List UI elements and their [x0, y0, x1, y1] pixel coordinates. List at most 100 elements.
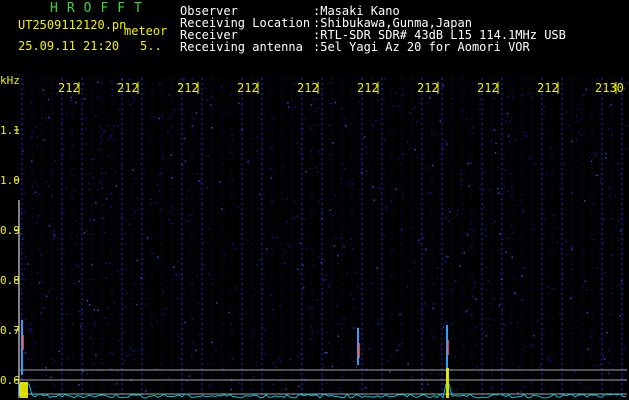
- noise-speckle: [93, 219, 95, 221]
- noise-speckle: [265, 248, 268, 250]
- noise-speckle: [178, 335, 180, 337]
- noise-speckle: [617, 239, 620, 242]
- noise-speckle: [207, 99, 209, 101]
- noise-speckle: [485, 266, 488, 269]
- noise-speckle: [133, 350, 135, 352]
- noise-speckle: [432, 307, 435, 310]
- noise-speckle: [422, 237, 425, 239]
- noise-speckle: [517, 204, 519, 207]
- noise-speckle: [584, 280, 587, 283]
- noise-speckle: [97, 189, 100, 191]
- noise-speckle: [22, 150, 24, 152]
- noise-speckle: [285, 388, 287, 390]
- noise-speckle: [67, 357, 70, 359]
- noise-speckle: [611, 134, 614, 136]
- noise-speckle: [94, 321, 96, 323]
- x-tick-label: 212: [477, 81, 499, 95]
- noise-speckle: [467, 162, 469, 165]
- noise-speckle: [294, 83, 296, 86]
- noise-speckle: [293, 217, 296, 220]
- noise-speckle: [132, 96, 134, 98]
- noise-speckle: [150, 198, 152, 201]
- noise-speckle: [566, 111, 568, 113]
- noise-speckle: [53, 237, 56, 239]
- noise-speckle: [71, 129, 74, 132]
- noise-speckle: [118, 339, 121, 342]
- noise-speckle: [128, 354, 130, 356]
- noise-speckle: [422, 329, 424, 332]
- noise-speckle: [29, 323, 32, 326]
- noise-speckle: [116, 370, 119, 373]
- noise-speckle: [547, 359, 550, 361]
- noise-speckle: [340, 237, 343, 239]
- noise-speckle: [86, 143, 88, 145]
- y-tick-label: 0.7: [0, 324, 20, 337]
- noise-speckle: [88, 188, 90, 190]
- noise-speckle: [221, 208, 223, 210]
- noise-speckle: [153, 115, 156, 118]
- noise-speckle: [110, 134, 113, 137]
- noise-speckle: [38, 281, 41, 284]
- noise-speckle: [316, 98, 318, 100]
- noise-speckle: [490, 385, 492, 388]
- noise-speckle: [322, 366, 325, 368]
- noise-speckle: [328, 284, 331, 286]
- noise-speckle: [265, 339, 267, 342]
- noise-speckle: [50, 376, 52, 379]
- noise-speckle: [494, 220, 496, 223]
- noise-speckle: [134, 359, 136, 361]
- noise-speckle: [571, 248, 573, 251]
- noise-speckle: [107, 307, 109, 309]
- noise-speckle: [45, 181, 48, 183]
- noise-speckle: [486, 289, 489, 291]
- noise-speckle: [360, 232, 362, 235]
- noise-speckle: [466, 233, 468, 235]
- noise-speckle: [544, 218, 546, 220]
- sub-value-label: 5..: [140, 39, 162, 53]
- noise-speckle: [48, 290, 51, 292]
- noise-speckle: [449, 211, 451, 213]
- noise-speckle: [565, 240, 567, 243]
- noise-speckle: [197, 333, 200, 336]
- noise-speckle: [34, 191, 37, 193]
- noise-speckle: [40, 254, 42, 256]
- noise-speckle: [171, 177, 173, 179]
- noise-speckle: [389, 274, 392, 277]
- noise-speckle: [54, 360, 57, 362]
- noise-speckle: [520, 94, 523, 96]
- noise-speckle: [603, 218, 605, 221]
- noise-speckle: [386, 205, 388, 208]
- noise-speckle: [153, 252, 155, 255]
- x-tick-label: 212: [117, 81, 139, 95]
- noise-speckle: [337, 255, 339, 257]
- noise-speckle: [319, 94, 322, 97]
- noise-speckle: [524, 346, 526, 348]
- noise-speckle: [475, 343, 477, 346]
- noise-speckle: [460, 179, 462, 182]
- noise-speckle: [215, 349, 217, 352]
- noise-speckle: [27, 263, 29, 265]
- noise-speckle: [140, 277, 142, 279]
- noise-speckle: [364, 387, 367, 389]
- noise-speckle: [341, 162, 343, 165]
- noise-speckle: [419, 102, 421, 104]
- noise-speckle: [284, 262, 286, 264]
- noise-speckle: [329, 81, 331, 84]
- noise-speckle: [204, 87, 206, 89]
- noise-speckle: [401, 94, 404, 96]
- noise-speckle: [109, 352, 111, 355]
- noise-speckle: [155, 367, 157, 370]
- noise-speckle: [505, 120, 507, 123]
- noise-speckle: [40, 312, 42, 314]
- noise-speckle: [476, 366, 478, 368]
- noise-speckle: [191, 283, 193, 286]
- noise-speckle: [333, 245, 336, 247]
- noise-speckle: [510, 195, 512, 198]
- noise-speckle: [250, 335, 252, 338]
- noise-speckle: [24, 210, 27, 213]
- x-tick-label: 212: [237, 81, 259, 95]
- noise-speckle: [317, 124, 319, 126]
- noise-speckle: [231, 134, 233, 136]
- noise-speckle: [172, 205, 174, 208]
- noise-speckle: [158, 84, 161, 86]
